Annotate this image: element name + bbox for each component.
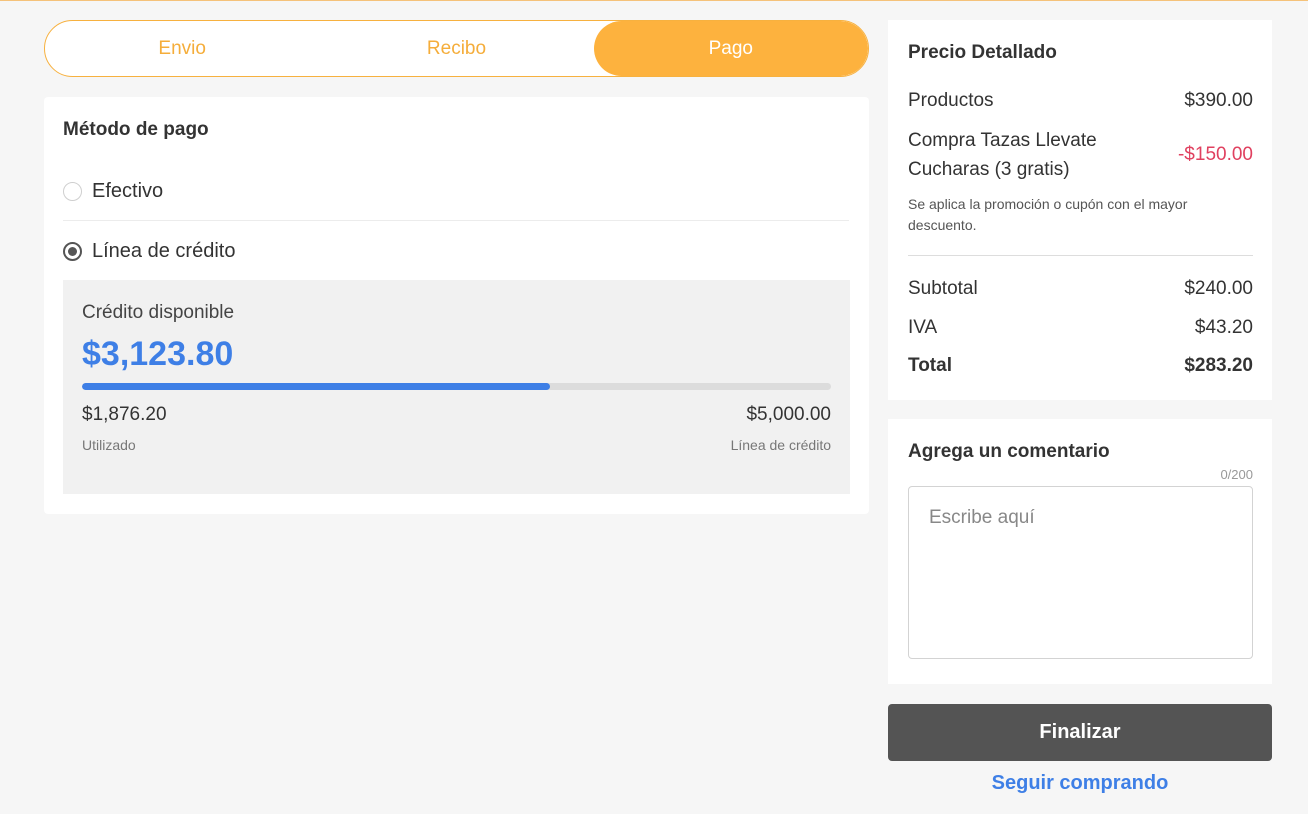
available-credit-amount: $3,123.80 xyxy=(82,335,234,373)
used-credit-label: Utilizado xyxy=(82,437,136,453)
tab-recibo[interactable]: Recibo xyxy=(319,21,593,76)
subtotal-row: Subtotal $240.00 xyxy=(908,278,1253,300)
payment-option-efectivo[interactable]: Efectivo xyxy=(63,163,849,221)
finish-button[interactable]: Finalizar xyxy=(888,704,1272,761)
payment-method-title: Método de pago xyxy=(63,119,209,140)
promotion-discount-value: -$150.00 xyxy=(1177,144,1253,165)
comment-textarea[interactable] xyxy=(908,486,1253,659)
payment-option-credito[interactable]: Línea de crédito xyxy=(63,222,849,280)
tab-envio[interactable]: Envio xyxy=(45,21,319,76)
radio-checked-icon[interactable] xyxy=(63,241,82,261)
available-credit-label: Crédito disponible xyxy=(82,302,235,323)
payment-method-card: Método de pago Efectivo Línea de crédito… xyxy=(44,97,869,514)
credit-usage-bar-fill xyxy=(82,383,550,390)
radio-unchecked-icon[interactable] xyxy=(63,182,82,201)
continue-shopping-link[interactable]: Seguir comprando xyxy=(888,772,1272,795)
total-row: Total $283.20 xyxy=(908,355,1253,377)
promotion-row: Compra Tazas Llevate Cucharas (3 gratis)… xyxy=(908,126,1253,184)
credit-limit-value: $5,000.00 xyxy=(746,404,831,425)
top-accent-line xyxy=(0,0,1308,1)
payment-option-label: Línea de crédito xyxy=(92,239,236,262)
credit-usage-bar xyxy=(82,383,831,390)
products-row: Productos $390.00 xyxy=(908,90,1253,112)
subtotal-label: Subtotal xyxy=(908,278,978,299)
iva-label: IVA xyxy=(908,317,938,338)
tab-pago[interactable]: Pago xyxy=(593,21,868,76)
comment-char-counter: 0/200 xyxy=(1220,467,1253,482)
price-detail-card: Precio Detallado Productos $390.00 Compr… xyxy=(888,20,1272,400)
price-detail-title: Precio Detallado xyxy=(908,42,1057,63)
promotion-note: Se aplica la promoción o cupón con el ma… xyxy=(908,196,1188,233)
iva-row: IVA $43.20 xyxy=(908,317,1253,339)
iva-value: $43.20 xyxy=(1194,317,1253,338)
payment-option-label: Efectivo xyxy=(92,180,164,202)
credit-limit-label: Línea de crédito xyxy=(730,437,831,453)
used-credit-value: $1,876.20 xyxy=(82,404,167,425)
total-label: Total xyxy=(908,355,952,376)
comment-card: Agrega un comentario 0/200 xyxy=(888,419,1272,684)
checkout-steps-tabs: Envio Recibo Pago xyxy=(44,20,869,77)
credit-summary-panel: Crédito disponible $3,123.80 $1,876.20 $… xyxy=(63,280,850,494)
total-value: $283.20 xyxy=(1184,355,1253,376)
subtotal-value: $240.00 xyxy=(1184,278,1253,299)
promotion-label: Compra Tazas Llevate Cucharas (3 gratis) xyxy=(908,130,1097,180)
products-label: Productos xyxy=(908,90,994,111)
comment-title: Agrega un comentario xyxy=(908,441,1110,462)
products-value: $390.00 xyxy=(1184,90,1253,111)
price-divider xyxy=(908,255,1253,256)
